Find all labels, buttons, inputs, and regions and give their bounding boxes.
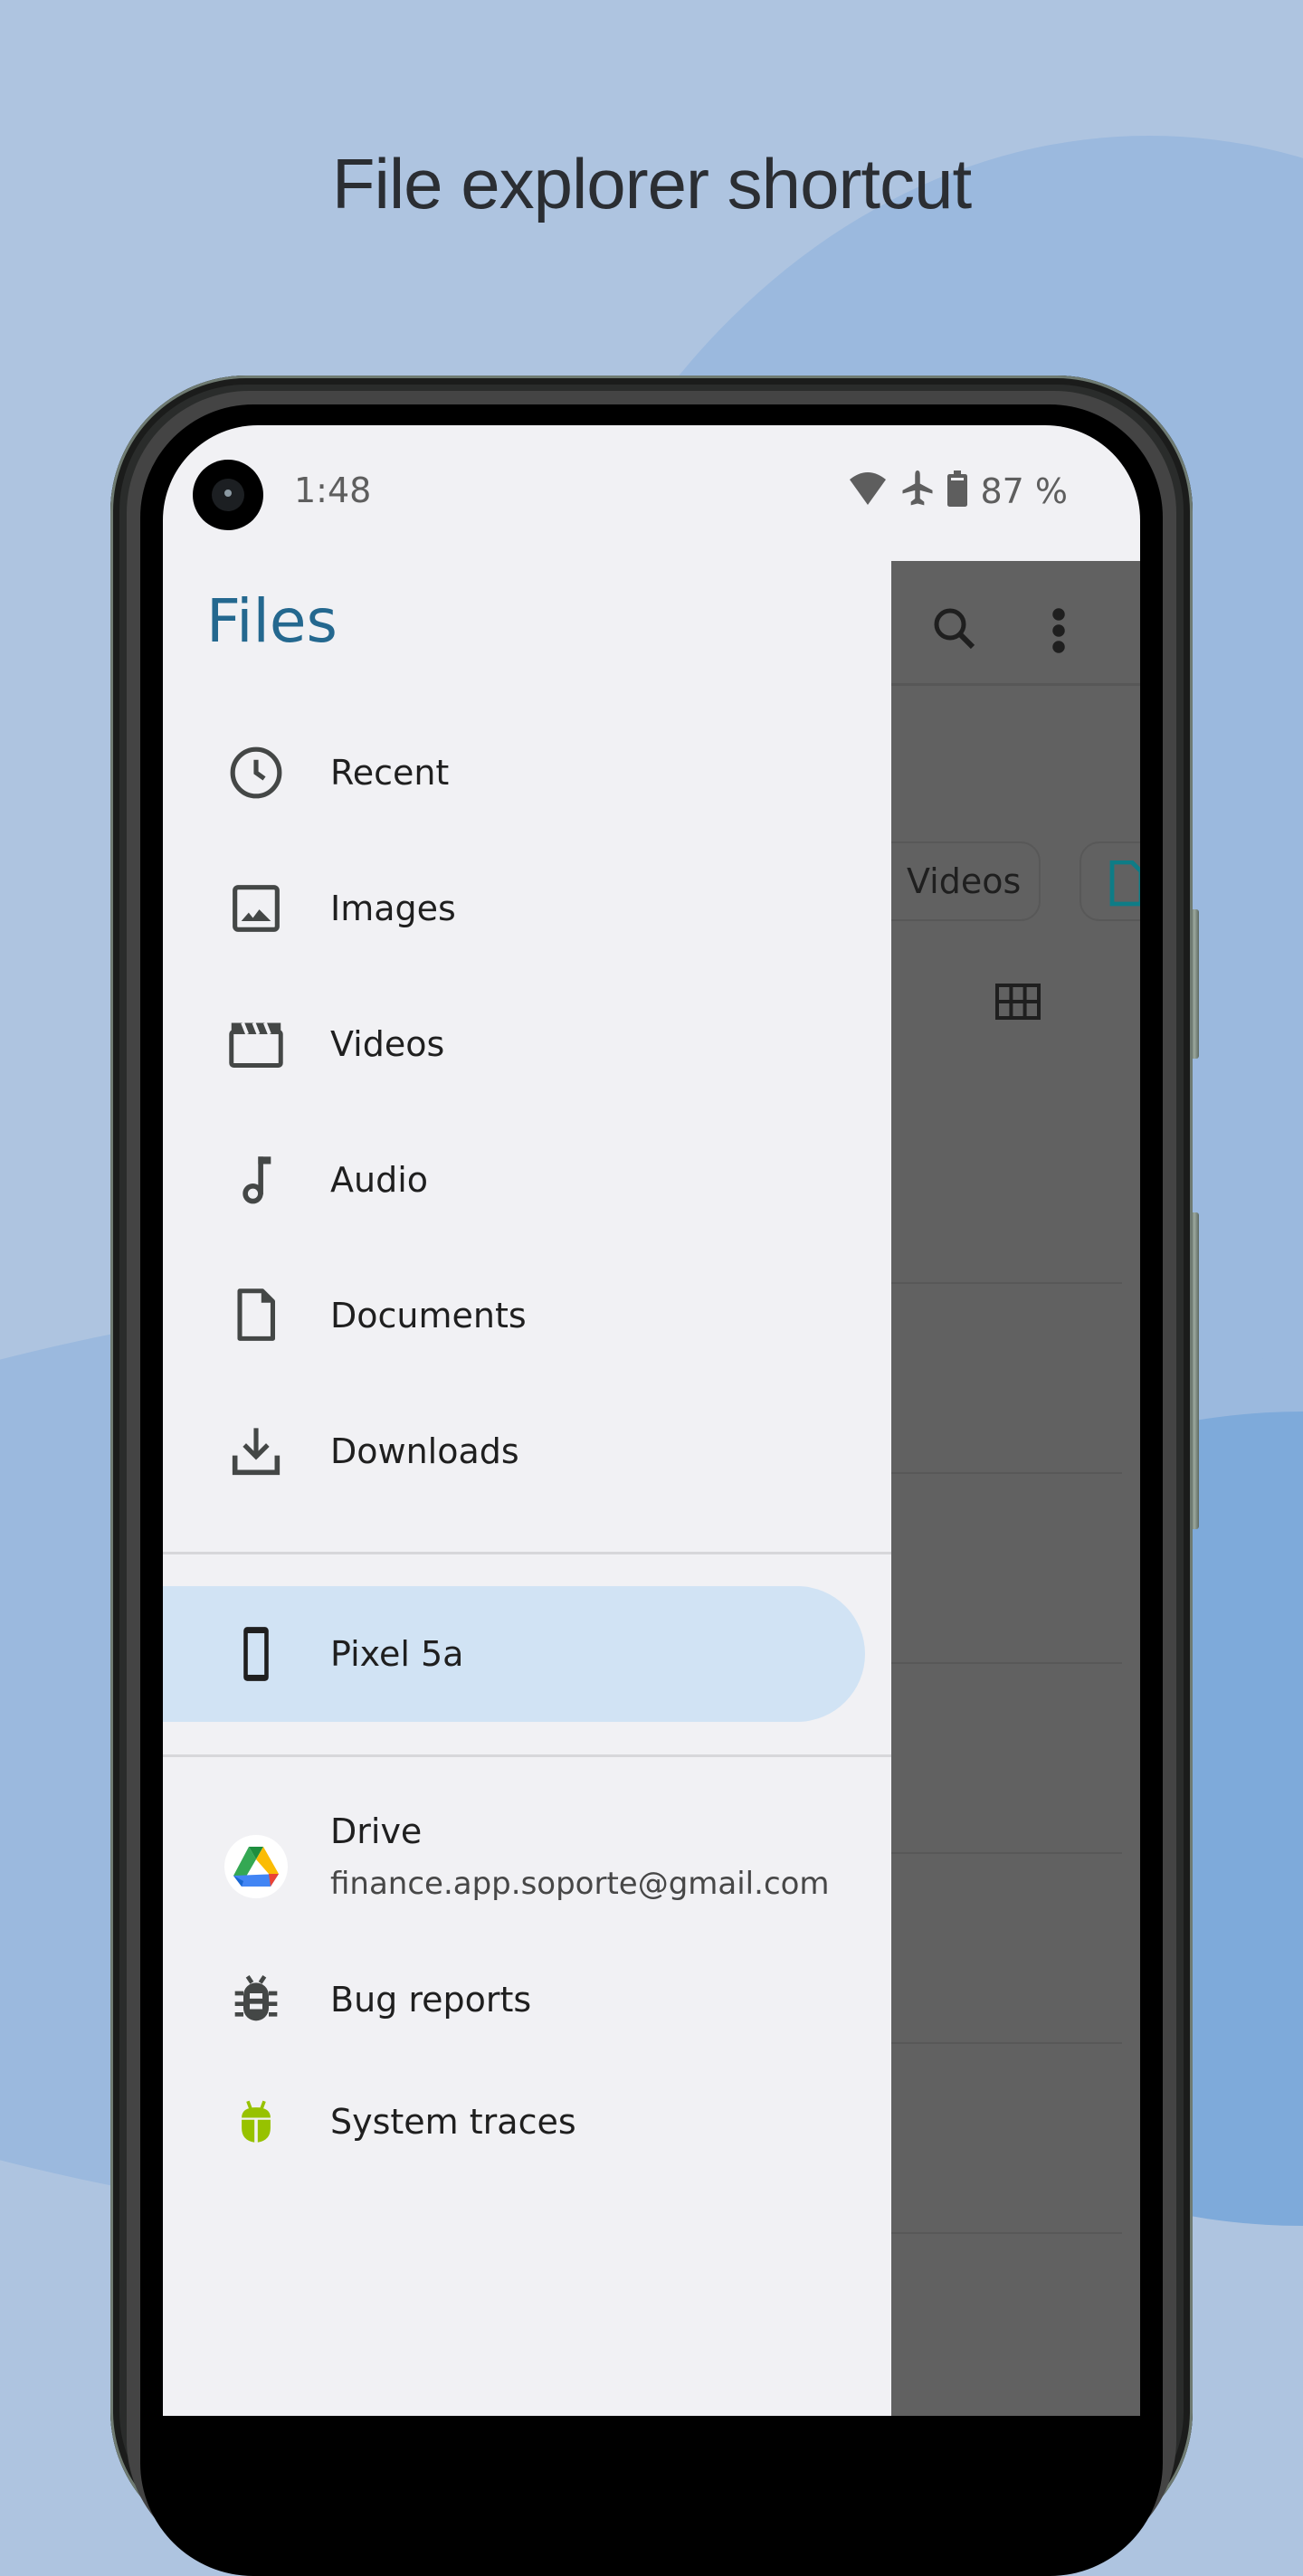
download-icon [224,1420,288,1483]
nav-label: Recent [330,753,450,793]
nav-item-downloads[interactable]: Downloads [163,1393,873,1510]
battery-percent: 87 % [980,471,1068,511]
nav-label: Drive [330,1811,423,1851]
phone-screen: Videos 1:48 87 % Files Recent Images Vid… [163,425,1140,2416]
battery-icon [947,471,968,511]
image-icon [224,877,288,940]
nav-item-pixel-5a[interactable]: Pixel 5a [163,1586,865,1722]
list-divider [891,2232,1122,2234]
nav-label: Bug reports [330,1980,532,2020]
nav-label: System traces [330,2102,576,2142]
headline: File explorer shortcut [331,144,972,223]
nav-label: Videos [330,1024,445,1064]
nav-label: Pixel 5a [330,1634,464,1674]
chip-label: Videos [907,861,1022,901]
bug-icon [224,1968,288,2031]
drawer-title: Files [206,586,338,656]
document-icon [1108,858,1140,934]
nav-item-system-traces[interactable]: System traces [163,2063,873,2181]
status-time: 1:48 [294,471,372,510]
front-camera [193,460,263,530]
document-icon [224,1284,288,1347]
music-note-icon [224,1148,288,1212]
wifi-icon [848,471,888,511]
nav-item-documents[interactable]: Documents [163,1257,873,1374]
nav-label: Downloads [330,1431,519,1471]
list-divider [891,2042,1122,2044]
nav-item-drive[interactable]: Drive finance.app.soporte@gmail.com [163,1801,873,1932]
phone-icon [224,1622,288,1686]
more-vert-icon[interactable] [1050,606,1068,660]
nav-label: Audio [330,1160,429,1200]
nav-label: Documents [330,1296,527,1336]
nav-label: Images [330,889,456,928]
drawer-divider [163,1754,891,1757]
list-divider [891,1662,1122,1664]
clock-icon [224,741,288,804]
android-bug-icon [224,2090,288,2153]
filter-chip-documents[interactable] [1079,841,1140,921]
nav-item-bug-reports[interactable]: Bug reports [163,1941,873,2058]
nav-item-images[interactable]: Images [163,850,873,967]
status-icons: 87 % [848,469,1068,513]
nav-item-videos[interactable]: Videos [163,985,873,1103]
list-divider [891,1852,1122,1854]
toolbar-divider [891,683,1140,686]
list-divider [891,1282,1122,1284]
google-drive-icon [224,1834,288,1898]
nav-item-audio[interactable]: Audio [163,1121,873,1239]
grid-view-icon[interactable] [995,984,1041,1024]
search-icon[interactable] [927,602,982,661]
clapperboard-icon [224,1012,288,1076]
airplane-icon [900,469,935,513]
drawer-divider [163,1552,891,1554]
files-app-scrim[interactable]: Videos [864,561,1140,2416]
nav-item-recent[interactable]: Recent [163,714,873,832]
drive-account: finance.app.soporte@gmail.com [330,1866,830,1902]
list-divider [891,1472,1122,1474]
